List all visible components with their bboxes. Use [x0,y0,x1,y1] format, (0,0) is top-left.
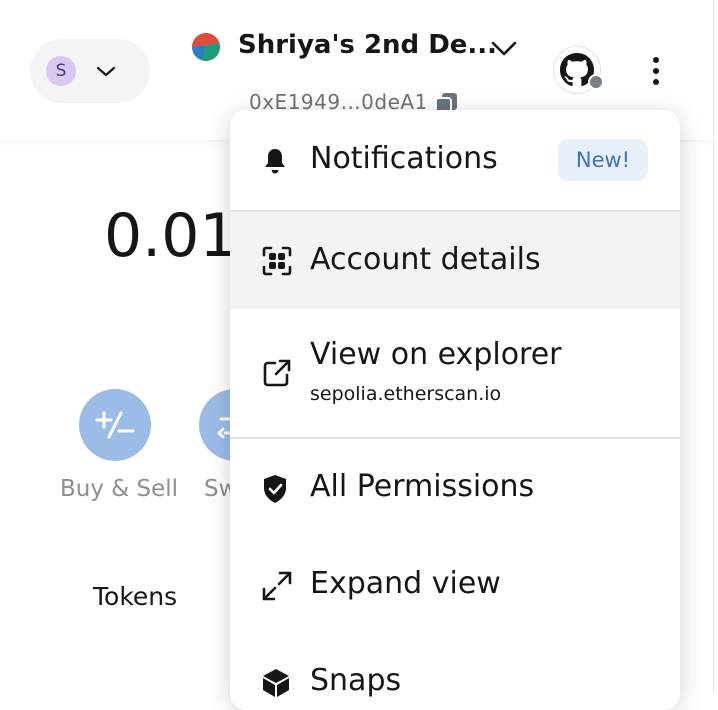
menu-item-label: Notifications [310,141,498,176]
menu-item-notifications[interactable]: Notifications New! [230,110,680,210]
menu-item-expand-view[interactable]: Expand view [230,536,680,633]
network-avatar: S [46,56,76,86]
snaps-icon [263,669,289,697]
bell-icon [265,149,285,174]
chevron-down-icon[interactable] [490,37,518,59]
new-badge: New! [558,139,648,181]
explorer-domain: sepolia.etherscan.io [310,383,502,405]
account-name[interactable]: Shriya's 2nd De... [238,30,497,60]
menu-item-label: View on explorer [310,337,562,372]
network-picker[interactable]: S [30,39,150,103]
menu-item-snaps[interactable]: Snaps [230,633,680,710]
plus-minus-icon [95,411,135,439]
menu-item-label: Account details [310,242,541,277]
expand-icon [262,571,292,601]
menu-item-label: Expand view [310,566,501,601]
account-options-menu: Notifications New! Account details View … [230,110,680,710]
account-identicon[interactable] [192,33,220,61]
more-options-icon[interactable] [648,56,664,86]
panel-edge [713,0,718,692]
buy-sell-button[interactable] [79,389,151,461]
chevron-down-icon [96,66,116,77]
menu-item-label: Snaps [310,663,402,698]
buy-sell-label: Buy & Sell [60,476,179,502]
connection-status-dot [588,74,604,90]
shield-check-icon [264,475,286,503]
menu-item-all-permissions[interactable]: All Permissions [230,439,680,536]
external-link-icon [263,359,291,387]
tab-tokens[interactable]: Tokens [93,582,177,611]
menu-item-view-on-explorer[interactable]: View on explorer sepolia.etherscan.io [230,309,680,437]
menu-item-account-details[interactable]: Account details [230,212,680,309]
menu-item-label: All Permissions [310,469,535,504]
qr-code-icon [262,246,292,276]
